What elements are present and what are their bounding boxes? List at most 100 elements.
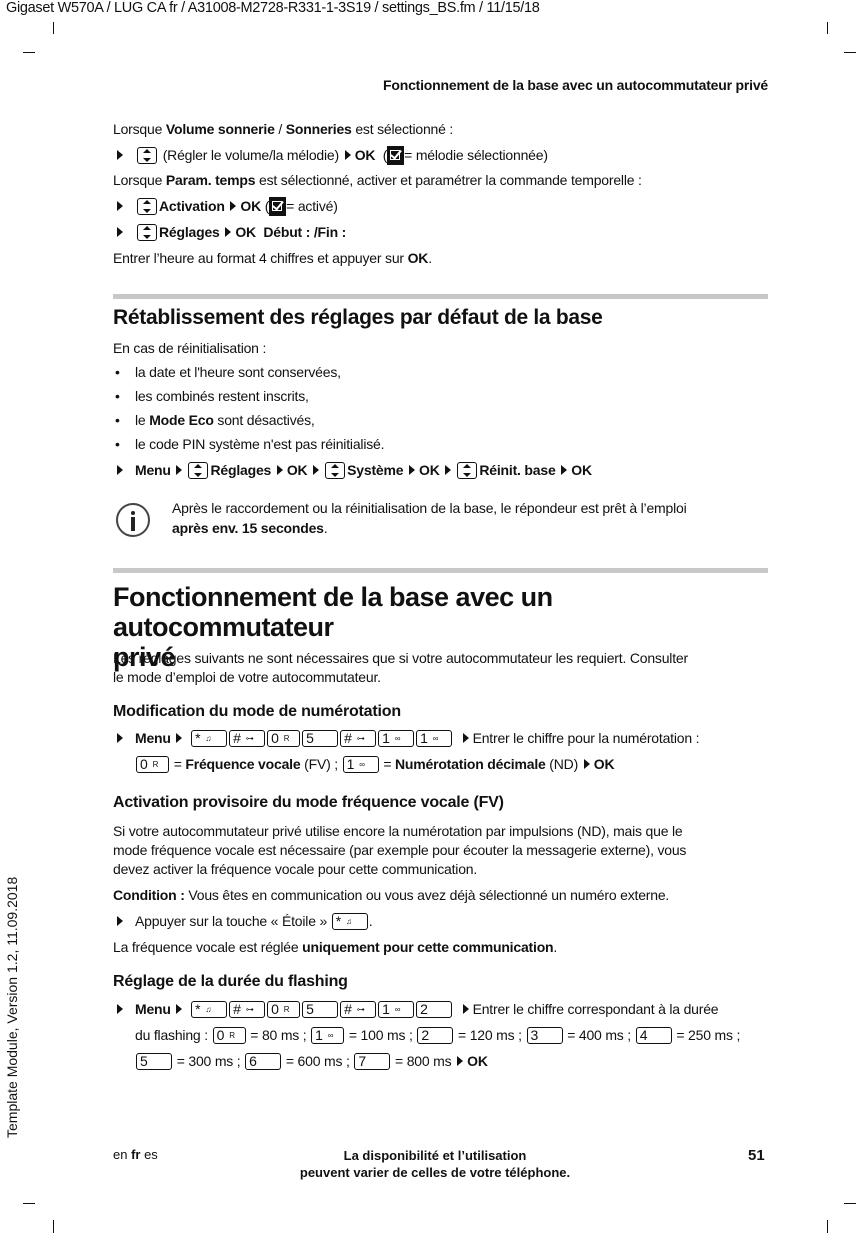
text: . <box>323 520 328 536</box>
key-hash-icon: # ⊶ <box>229 729 266 747</box>
ok-softkey: OK <box>571 462 592 478</box>
text: = activé) <box>286 198 338 214</box>
menu-term: Mode Eco <box>149 412 214 428</box>
paragraph-line: mode fréquence vocale est nécessaire (pa… <box>113 842 687 858</box>
ok-softkey: OK <box>235 224 256 240</box>
ok-term: OK <box>407 250 429 266</box>
option-value: = 120 ms ; <box>458 1027 522 1043</box>
step-arrow-icon <box>117 150 123 160</box>
paragraph-line: le mode d’emploi de votre autocommutateu… <box>113 669 381 685</box>
crop-mark <box>844 52 856 53</box>
menu-term: Activation <box>159 198 225 214</box>
bullet: • <box>115 364 120 380</box>
crop-mark <box>23 1203 35 1204</box>
menu-term: Réglages <box>210 462 272 478</box>
navigation-key-icon <box>137 146 157 164</box>
tone-result: La fréquence vocale est réglée uniquemen… <box>113 938 557 957</box>
footer-note-line: peuvent varier de celles de votre téléph… <box>299 1165 571 1180</box>
key-star-icon: * ♫ <box>331 912 368 930</box>
text: = <box>170 756 186 772</box>
navigation-key-icon <box>137 223 157 241</box>
title-line: Fonctionnement de la base avec un autoco… <box>113 582 553 642</box>
step-arrow-icon <box>117 916 123 926</box>
menu-term: Menu <box>135 730 171 746</box>
navigation-key-icon <box>457 461 478 479</box>
ok-softkey: OK <box>286 462 308 478</box>
text: (Régler le volume/la mélodie) <box>162 147 339 163</box>
key-0-icon: 0R <box>267 1000 301 1018</box>
arrow-icon <box>176 733 183 744</box>
paragraph-line: Les réglages suivants ne sont nécessaire… <box>113 650 688 666</box>
text: (ND) <box>545 756 579 772</box>
arrow-icon <box>230 201 237 212</box>
text: . <box>428 250 432 266</box>
info-text: Après le raccordement ou la réinitialisa… <box>172 500 687 516</box>
key-hash-icon: # ⊶ <box>340 729 377 747</box>
step-arrow-icon <box>117 733 123 743</box>
text: est sélectionné : <box>351 121 454 137</box>
option-value: = 80 ms ; <box>250 1027 307 1043</box>
menu-term: Volume sonnerie <box>165 121 275 137</box>
crop-mark <box>53 1220 54 1233</box>
key-hash-icon: # ⊶ <box>229 1000 266 1018</box>
option-value: = 300 ms ; <box>176 1053 241 1069</box>
text: Vous êtes en communication ou vous avez … <box>184 887 670 903</box>
running-header-title: Fonctionnement de la base avec un autoco… <box>383 77 768 93</box>
option-value: = 400 ms ; <box>567 1027 631 1043</box>
intro-line-3: Entrer l’heure au format 4 chiffres et a… <box>113 249 432 268</box>
key-7-icon: 7 <box>354 1052 391 1070</box>
key-1-icon: 1 ∞ <box>416 729 453 747</box>
key-0-icon: 0R <box>136 755 169 773</box>
text: (FV) ; <box>300 756 342 772</box>
flash-options-line-1: du flashing : 0R = 80 ms ; 1 ∞ = 100 ms ;… <box>135 1026 740 1045</box>
menu-term: Menu <box>135 462 171 478</box>
key-0-icon: 0R <box>212 1026 246 1044</box>
text: = <box>379 756 395 772</box>
step-arrow-icon <box>117 227 123 237</box>
menu-term: Réinit. base <box>479 462 556 478</box>
text: le <box>135 412 150 428</box>
crop-mark <box>827 1220 828 1233</box>
arrow-icon <box>445 465 452 476</box>
dialmode-options: 0R = Fréquence vocale (FV) ; 1 ∞ = Numéro… <box>135 755 615 774</box>
menu-term: Sonneries <box>285 121 352 137</box>
text: . <box>553 939 558 955</box>
arrow-icon <box>462 733 469 744</box>
key-3-icon: 3 <box>526 1026 563 1044</box>
text: les combinés restent inscrits, <box>135 388 309 404</box>
footer-note: La disponibilité et l’utilisation peuven… <box>240 1147 630 1181</box>
footer-languages: en fr es <box>113 1147 158 1162</box>
text: / <box>274 121 286 137</box>
text: La fréquence vocale est réglée <box>113 939 303 955</box>
intro-line-1: Lorsque Volume sonnerie / Sonneries est … <box>113 120 453 139</box>
key-1-icon: 1 ∞ <box>378 1000 415 1018</box>
text: sont désactivés, <box>213 412 315 428</box>
key-2-icon: 2 <box>416 1000 453 1018</box>
side-template-label: Template Module, Version 1.2, 11.09.2018 <box>4 876 20 1138</box>
option-value: = 100 ms ; <box>348 1027 413 1043</box>
footer-note-line: La disponibilité et l’utilisation <box>343 1148 527 1163</box>
subsection-title-flash: Réglage de la durée du flashing <box>113 973 348 990</box>
subsection-title-tone: Activation provisoire du mode fréquence … <box>113 794 504 811</box>
arrow-icon <box>462 1004 469 1015</box>
crop-mark <box>827 22 828 34</box>
menu-term: Menu <box>135 1001 171 1017</box>
menu-term: Système <box>347 462 404 478</box>
step-arrow-icon <box>117 465 123 475</box>
text: la date et l'heure sont conservées, <box>135 364 341 380</box>
info-text-bold: après env. 15 secondes <box>172 520 324 536</box>
key-5-icon: 5 <box>302 1000 339 1018</box>
arrow-icon <box>176 465 183 476</box>
checkbox-checked-icon <box>387 145 405 165</box>
checkbox-checked-icon <box>269 196 287 216</box>
text: du flashing : <box>135 1027 212 1043</box>
arrow-icon <box>583 759 590 770</box>
text: le code PIN système n'est pas réinitiali… <box>135 436 385 452</box>
ok-softkey: OK <box>354 147 376 163</box>
condition-label: Condition : <box>113 887 185 903</box>
key-6-icon: 6 <box>245 1052 282 1070</box>
text: Entrer le chiffre correspondant à la dur… <box>472 1001 719 1017</box>
document-file-path: Gigaset W570A / LUG CA fr / A31008-M2728… <box>6 0 540 16</box>
key-5-icon: 5 <box>302 729 339 747</box>
text: . <box>368 913 373 929</box>
